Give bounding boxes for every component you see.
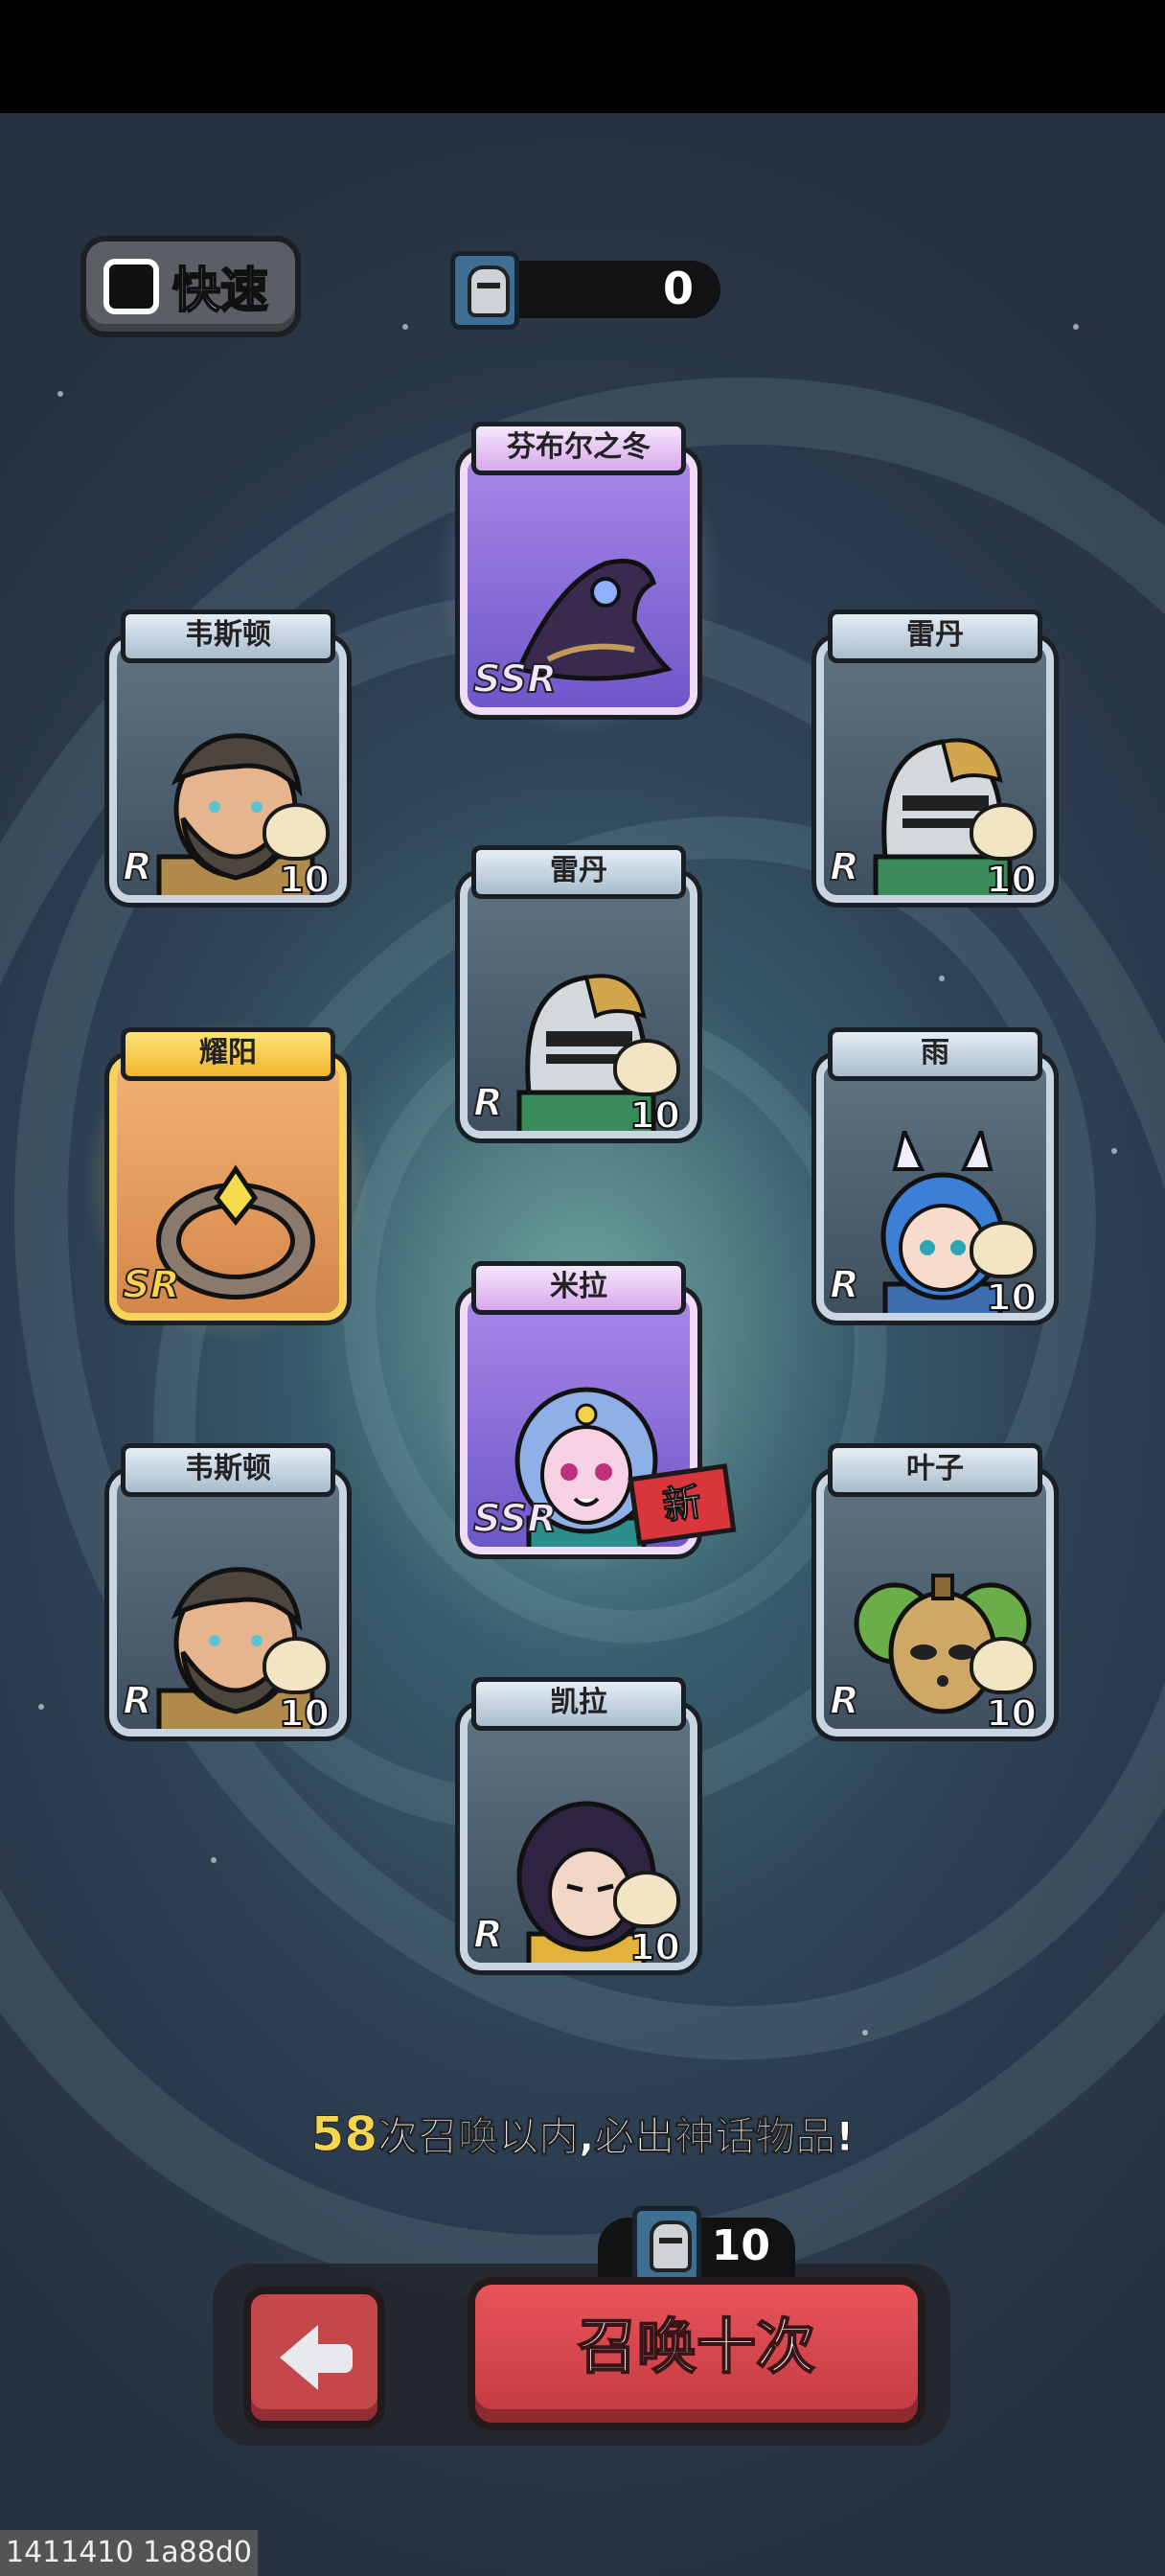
card-raidan[interactable]: R 10 雷丹: [816, 610, 1054, 903]
card-level: 10: [628, 1925, 681, 1968]
rarity-badge: R: [829, 1262, 860, 1308]
card-level: 10: [278, 858, 331, 901]
card-frame: R 10: [109, 638, 347, 903]
card-level: 10: [628, 1093, 681, 1137]
status-bar: [0, 0, 1165, 113]
card-level: 10: [278, 1691, 331, 1735]
paw-icon: [613, 1039, 680, 1096]
paw-icon: [970, 803, 1037, 861]
pity-text: 次召唤以内,必出神话物品!: [377, 2113, 855, 2161]
quick-toggle-label: 快速: [171, 262, 269, 319]
card-level: 10: [985, 1276, 1038, 1319]
card-name-banner: 雨: [828, 1027, 1042, 1081]
card-mira[interactable]: SSR 米拉 新: [433, 1252, 737, 1577]
new-tag: 新: [628, 1463, 737, 1546]
card-name-banner: 凯拉: [471, 1677, 686, 1731]
card-frame: R 10: [816, 638, 1054, 903]
paw-icon: [263, 803, 330, 861]
rarity-badge: SSR: [472, 1496, 558, 1542]
rarity-badge: R: [829, 1678, 860, 1724]
card-name-banner: 雷丹: [471, 845, 686, 899]
card-level: 10: [985, 858, 1038, 901]
card-name-banner: 芬布尔之冬: [471, 422, 686, 475]
card-frame: R 10: [460, 1706, 697, 1970]
paw-icon: [970, 1637, 1037, 1694]
card-raidan[interactable]: R 10 雷丹: [460, 845, 697, 1138]
card-name-banner: 韦斯顿: [121, 610, 335, 663]
rarity-badge: R: [122, 1678, 153, 1724]
back-arrow-icon: [280, 2325, 318, 2390]
card-frame: R 10: [109, 1472, 347, 1736]
card-yu[interactable]: R 10 雨: [816, 1027, 1054, 1321]
rarity-badge: R: [122, 844, 153, 890]
card-fimbulwinter[interactable]: SSR 芬布尔之冬: [433, 412, 724, 738]
helmet-ticket-icon: [632, 2206, 701, 2285]
rarity-badge: R: [472, 1912, 504, 1958]
rarity-badge: R: [472, 1080, 504, 1126]
summon-cost-value: 10: [711, 2221, 770, 2270]
card-weston[interactable]: R 10 韦斯顿: [109, 610, 347, 903]
card-frame: R 10: [816, 1472, 1054, 1736]
quick-toggle[interactable]: 快速: [80, 236, 301, 337]
pity-message: 58次召唤以内,必出神话物品!: [0, 2104, 1165, 2163]
rarity-badge: R: [829, 844, 860, 890]
back-button[interactable]: [243, 2287, 385, 2428]
card-weston[interactable]: R 10 韦斯顿: [109, 1443, 347, 1736]
card-kaila[interactable]: R 10 凯拉: [460, 1677, 697, 1970]
debug-footer: 1411410 1a88d0: [0, 2530, 258, 2576]
ticket-count: 0: [662, 263, 694, 314]
paw-icon: [263, 1637, 330, 1694]
card-name-banner: 叶子: [828, 1443, 1042, 1497]
card-level: 10: [985, 1691, 1038, 1735]
card-name-banner: 耀阳: [121, 1027, 335, 1081]
helmet-ticket-icon: [450, 251, 519, 330]
card-yaoyang[interactable]: SR 耀阳: [82, 1018, 374, 1344]
summon-ten-button[interactable]: 召唤十次: [468, 2277, 925, 2430]
card-name-banner: 米拉: [471, 1261, 686, 1315]
card-frame: R 10: [816, 1056, 1054, 1321]
card-yezi[interactable]: R 10 叶子: [816, 1443, 1054, 1736]
rarity-badge: SR: [122, 1262, 181, 1308]
quick-checkbox[interactable]: [103, 259, 159, 314]
card-name-banner: 雷丹: [828, 610, 1042, 663]
pity-count: 58: [310, 2106, 378, 2163]
paw-icon: [613, 1871, 680, 1928]
paw-icon: [970, 1221, 1037, 1278]
card-frame: SSR: [460, 450, 697, 715]
card-name-banner: 韦斯顿: [121, 1443, 335, 1497]
card-frame: SR: [109, 1056, 347, 1321]
rarity-badge: SSR: [472, 656, 558, 702]
card-frame: R 10: [460, 874, 697, 1138]
